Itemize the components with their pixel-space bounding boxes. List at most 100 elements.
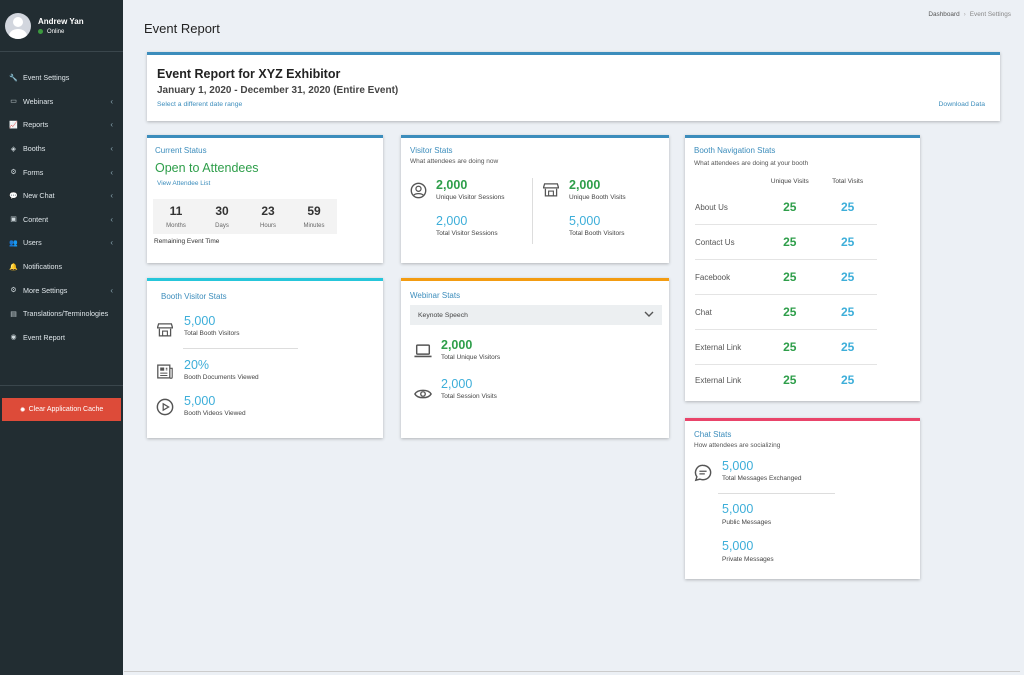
select-date-range-link[interactable]: Select a different date range: [157, 101, 242, 108]
box-title: Visitor Stats: [410, 146, 453, 155]
chevron-left-icon: ‹: [110, 238, 113, 248]
sidebar-item-notifications[interactable]: 🔔 Notifications: [0, 255, 123, 279]
divider: [183, 348, 298, 349]
sidebar-item-label: Event Settings: [23, 73, 70, 83]
report-title: Event Report for XYZ Exhibitor: [157, 67, 341, 81]
table-row: Contact Us 25 25: [695, 225, 877, 260]
gear-icon: ⚙: [10, 169, 17, 177]
store-icon: [156, 322, 174, 342]
chevron-left-icon: ‹: [110, 96, 113, 106]
webinar-select[interactable]: Keynote Speech: [410, 305, 662, 325]
sidebar-item-label: Reports: [23, 120, 49, 130]
timer-caption: Remaining Event Time: [154, 238, 220, 245]
box-title: Booth Navigation Stats: [694, 146, 776, 155]
sidebar-item-forms[interactable]: ⚙ Forms ‹: [0, 160, 123, 184]
user-panel: Andrew Yan Online: [0, 0, 123, 52]
cube-icon: ◈: [10, 145, 17, 153]
table-row: External Link 25 25: [695, 330, 877, 365]
booth-documents-viewed: 20% Booth Documents Viewed: [184, 358, 259, 381]
breadcrumb-dashboard[interactable]: Dashboard: [928, 11, 959, 18]
sidebar-item-webinars[interactable]: ▭ Webinars ‹: [0, 90, 123, 114]
sidebar: Andrew Yan Online 🔧 Event Settings ▭ Webina…: [0, 0, 123, 675]
table-row: Chat 25 25: [695, 295, 877, 330]
wrench-icon: 🔧: [9, 74, 18, 82]
report-dates: January 1, 2020 - December 31, 2020 (Ent…: [157, 85, 399, 96]
chat-icon: 💬: [9, 192, 18, 200]
current-status-box: Current Status Open to Attendees View At…: [147, 135, 383, 263]
bell-icon: 🔔: [9, 263, 18, 271]
monitor-icon: ▭: [10, 98, 17, 106]
sidebar-item-users[interactable]: 👥 Users ‹: [0, 231, 123, 255]
booth-visitor-stats-box: Booth Visitor Stats 5,000 Total Booth Vi…: [147, 278, 383, 438]
sidebar-item-more-settings[interactable]: ⚙ More Settings ‹: [0, 278, 123, 302]
col-unique-visits: Unique Visits: [770, 178, 809, 185]
total-booth-visitors: 5,000 Total Booth Visitors: [184, 314, 240, 337]
play-circle-icon: [156, 398, 174, 421]
box-title: Webinar Stats: [410, 291, 461, 300]
chart-icon: 📈: [9, 121, 18, 129]
unique-booth-visits: 2,000 Unique Booth Visits: [569, 178, 626, 201]
gear-icon: ⚙: [10, 287, 17, 295]
timer-months: 11 Months: [166, 204, 186, 229]
table-row: About Us 25 25: [695, 190, 877, 225]
total-unique-visitors: 2,000 Total Unique Visitors: [441, 338, 501, 361]
download-data-link[interactable]: Download Data: [939, 101, 985, 108]
clear-cache-button[interactable]: ✹ Clear Application Cache: [2, 398, 121, 421]
report-icon: ◉: [10, 334, 17, 342]
webinar-select-value: Keynote Speech: [418, 311, 468, 319]
sidebar-divider: [0, 385, 123, 387]
chevron-left-icon: ‹: [110, 214, 113, 224]
user-name: Andrew Yan: [38, 16, 84, 26]
sidebar-menu: 🔧 Event Settings ▭ Webinars ‹ 📈 Reports ‹ ◈ Booth…: [0, 66, 123, 349]
user-status: Online: [38, 29, 84, 35]
sidebar-item-label: Translations/Terminologies: [23, 309, 109, 319]
sidebar-item-label: Forms: [23, 167, 44, 177]
total-booth-visitors: 5,000 Total Booth Visitors: [569, 214, 625, 237]
chat-stats-box: Chat Stats How attendees are socializing…: [685, 418, 920, 579]
sidebar-item-label: Webinars: [23, 96, 54, 106]
status-text: Open to Attendees: [155, 161, 259, 175]
box-title: Booth Visitor Stats: [161, 292, 227, 301]
chevron-down-icon: [644, 311, 654, 319]
image-icon: ▣: [10, 216, 17, 224]
timer-hours: 23 Hours: [259, 204, 276, 229]
chevron-left-icon: ‹: [110, 144, 113, 154]
sidebar-item-new-chat[interactable]: 💬 New Chat ‹: [0, 184, 123, 208]
breadcrumb-event-settings: Event Settings: [969, 11, 1011, 18]
gear-icon: ✹: [19, 406, 26, 414]
sidebar-item-label: Booths: [23, 144, 46, 154]
sidebar-item-label: New Chat: [23, 191, 55, 201]
sidebar-item-translations-terminologies[interactable]: ▤ Translations/Terminologies: [0, 302, 123, 326]
sidebar-item-label: Notifications: [23, 262, 63, 272]
document-icon: ▤: [10, 310, 17, 318]
sidebar-item-reports[interactable]: 📈 Reports ‹: [0, 113, 123, 137]
sidebar-item-booths[interactable]: ◈ Booths ‹: [0, 137, 123, 161]
sidebar-item-content[interactable]: ▣ Content ‹: [0, 208, 123, 232]
online-dot-icon: [38, 29, 43, 34]
table-row: Facebook 25 25: [695, 260, 877, 295]
table-header: Unique Visits Total Visits: [695, 178, 877, 190]
view-attendee-list-link[interactable]: View Attendee List: [157, 180, 210, 187]
table-row: External Link 25 25: [695, 373, 855, 387]
sidebar-item-label: More Settings: [23, 285, 68, 295]
sidebar-item-event-settings[interactable]: 🔧 Event Settings: [0, 66, 123, 90]
sidebar-item-event-report[interactable]: ◉ Event Report: [0, 326, 123, 350]
box-subtitle: What attendees are doing at your booth: [694, 160, 809, 167]
laptop-icon: [414, 344, 432, 363]
booth-videos-viewed: 5,000 Booth Videos Viewed: [184, 394, 246, 417]
chevron-left-icon: ‹: [110, 285, 113, 295]
box-subtitle: How attendees are socializing: [694, 442, 781, 449]
booth-nav-table: Unique Visits Total Visits About Us 25 25 …: [695, 178, 877, 395]
divider: [718, 493, 835, 494]
newspaper-icon: [157, 364, 173, 384]
webinar-stats-box: Webinar Stats Keynote Speech 2,000 Total…: [401, 278, 669, 438]
column-divider: [532, 178, 533, 244]
total-messages-exchanged: 5,000 Total Messages Exchanged: [722, 459, 802, 482]
chevron-left-icon: ‹: [110, 167, 113, 177]
chat-bubble-icon: [694, 464, 712, 487]
timer-minutes: 59 Minutes: [303, 204, 325, 229]
visitor-stats-box: Visitor Stats What attendees are doing n…: [401, 135, 669, 263]
chevron-left-icon: ‹: [110, 191, 113, 201]
total-visitor-sessions: 2,000 Total Visitor Sessions: [436, 214, 498, 237]
avatar[interactable]: [5, 12, 31, 39]
